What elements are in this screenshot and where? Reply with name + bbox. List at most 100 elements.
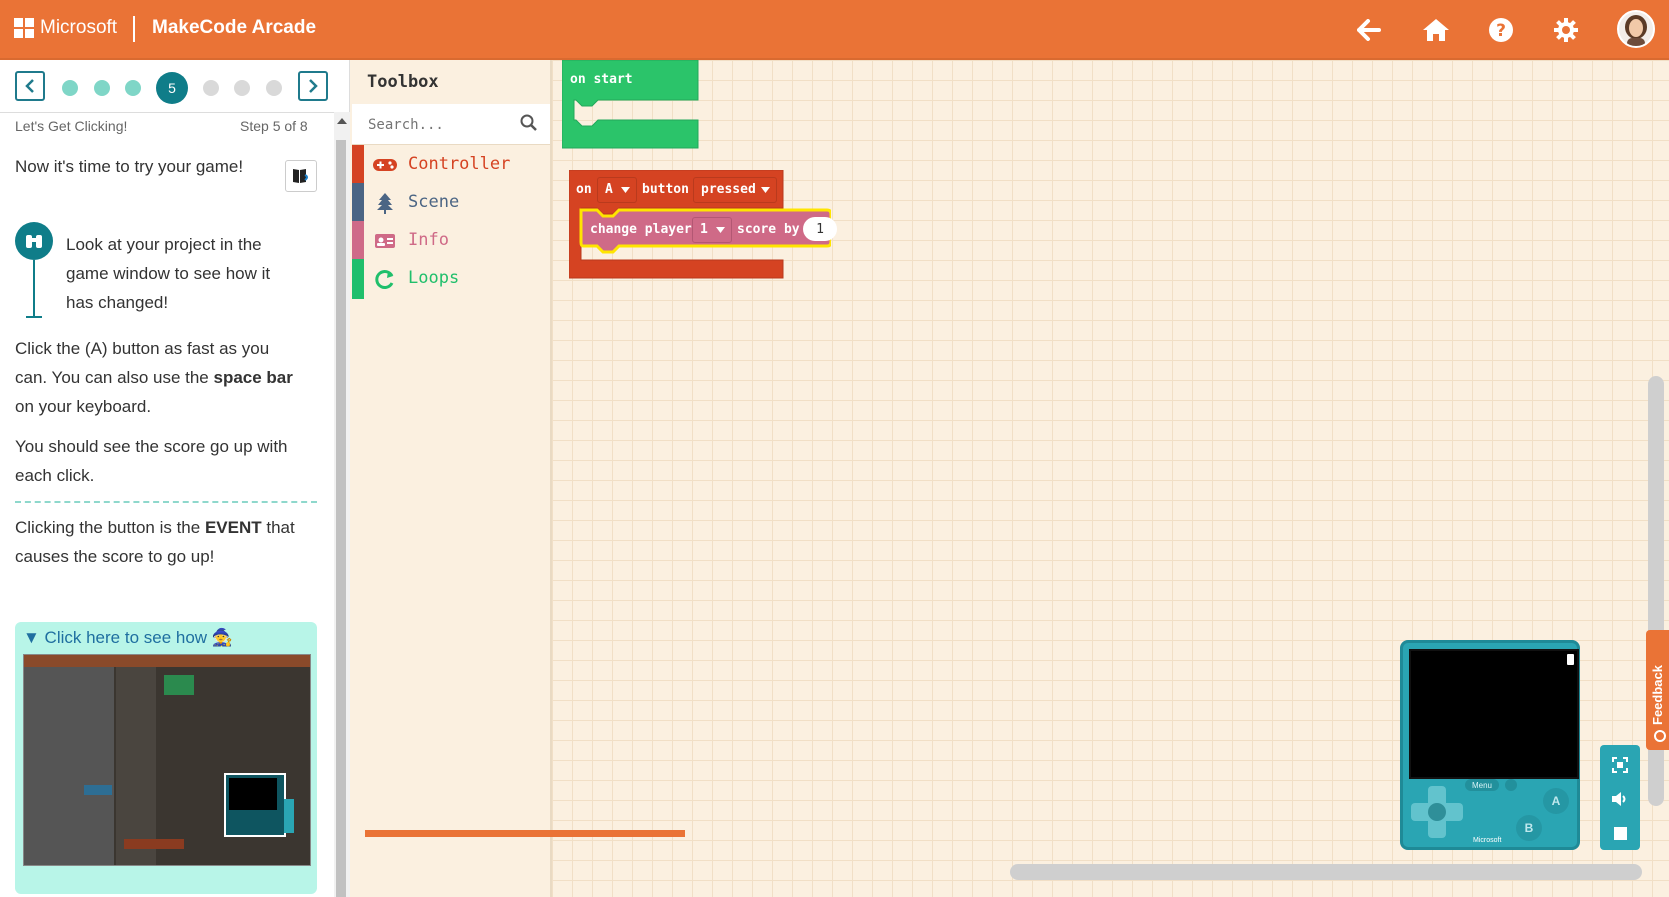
tip-line-end	[26, 316, 42, 318]
sound-icon[interactable]	[1608, 787, 1632, 811]
change-player-label: change player	[590, 222, 692, 237]
tutorial-pane: 5 Let's Get Clicking! Step 5 of 8 Now it…	[0, 60, 350, 897]
tip-text: Look at your project in the game window …	[66, 235, 271, 312]
category-label: Loops	[408, 268, 460, 288]
loop-arrow-icon	[372, 267, 398, 291]
feedback-icon	[1654, 730, 1666, 742]
toolbox-search-input[interactable]	[366, 112, 520, 138]
feedback-tab[interactable]: Feedback	[1646, 630, 1669, 750]
tutorial-title: Let's Get Clicking!	[15, 118, 128, 134]
chevron-down-icon	[761, 187, 770, 193]
step-dot-1[interactable]	[62, 80, 78, 96]
brand-divider	[133, 16, 135, 42]
hint-box[interactable]: ▼ Click here to see how 🧙	[15, 622, 317, 894]
category-color-bar	[352, 221, 364, 261]
bottom-toolbar-edge	[365, 830, 685, 837]
app-title[interactable]: MakeCode Arcade	[152, 17, 316, 39]
chevron-down-icon	[621, 187, 630, 193]
button-dropdown[interactable]: A	[597, 177, 637, 203]
binoculars-icon	[15, 222, 53, 260]
score-by-label: score by	[737, 222, 800, 237]
help-icon[interactable]: ?	[1485, 14, 1517, 46]
microsoft-logo-icon	[14, 18, 34, 38]
svg-text:?: ?	[1496, 21, 1506, 41]
top-bar: Microsoft MakeCode Arcade ?	[0, 0, 1669, 60]
step-dot-2[interactable]	[94, 80, 110, 96]
score-amount-input[interactable]: 1	[803, 217, 837, 241]
toolbox-title: Toolbox	[367, 72, 439, 92]
para3-text: Clicking the button is the	[15, 518, 205, 537]
simulator-controls	[1600, 745, 1640, 850]
para1-bold: space bar	[213, 368, 293, 387]
paragraph-event: Clicking the button is the EVENT that ca…	[15, 513, 315, 571]
step-dot-3[interactable]	[125, 80, 141, 96]
intro-text: Now it's time to try your game!	[15, 157, 244, 176]
step-navigation: 5	[0, 60, 350, 113]
step-label: Step 5 of 8	[240, 118, 308, 134]
search-icon[interactable]	[520, 114, 538, 132]
settings-icon[interactable]	[1550, 14, 1582, 46]
microsoft-label: Microsoft	[40, 17, 118, 38]
category-scene[interactable]: Scene	[352, 183, 550, 223]
divider	[15, 501, 317, 503]
event-on-label: on	[576, 182, 592, 197]
button-dropdown-value: A	[605, 182, 613, 197]
paragraph-score: You should see the score go up with each…	[15, 437, 288, 485]
hint-video-thumbnail[interactable]	[23, 654, 311, 866]
step-dot-8[interactable]	[266, 80, 282, 96]
category-info[interactable]: Info	[352, 221, 550, 261]
blocks-workspace[interactable]: on start on A button pressed change play…	[552, 60, 1669, 897]
on-start-label: on start	[570, 72, 633, 87]
category-label: Controller	[408, 154, 511, 174]
para3-bold: EVENT	[204, 518, 262, 537]
category-label: Info	[408, 230, 449, 250]
toolbox: Toolbox Controller Scene Info Loops	[352, 60, 552, 897]
step-dot-6[interactable]	[203, 80, 219, 96]
action-dropdown[interactable]: pressed	[693, 177, 777, 203]
category-label: Scene	[408, 192, 460, 212]
category-controller[interactable]: Controller	[352, 145, 550, 185]
a-button[interactable]: A	[1543, 788, 1569, 814]
avatar[interactable]	[1617, 10, 1655, 48]
tutorial-scrollbar-thumb[interactable]	[336, 140, 346, 897]
player-dropdown[interactable]: 1	[692, 217, 732, 243]
back-arrow-icon[interactable]	[1353, 14, 1385, 46]
feedback-label: Feedback	[1650, 665, 1665, 725]
screen-indicator	[1567, 654, 1574, 665]
on-start-block[interactable]: on start	[562, 60, 699, 149]
home-icon[interactable]	[1420, 14, 1452, 46]
category-color-bar	[352, 145, 364, 185]
category-color-bar	[352, 259, 364, 299]
b-button[interactable]: B	[1516, 815, 1542, 841]
hint-toggle[interactable]: ▼ Click here to see how 🧙	[23, 628, 233, 648]
menu-button[interactable]: Menu	[1465, 779, 1499, 791]
paragraph-click: Click the (A) button as fast as you can.…	[15, 334, 305, 421]
scroll-up-arrow-icon[interactable]	[337, 118, 347, 124]
game-simulator[interactable]: Menu A B Microsoft	[1400, 640, 1580, 850]
id-card-icon	[372, 229, 398, 253]
event-button-label: button	[642, 182, 689, 197]
step-dot-current[interactable]: 5	[156, 72, 188, 104]
tip-line	[33, 260, 35, 318]
dpad[interactable]	[1411, 786, 1463, 838]
game-screen[interactable]	[1409, 649, 1579, 779]
step-dot-7[interactable]	[234, 80, 250, 96]
read-aloud-icon[interactable]	[285, 160, 317, 192]
horizontal-scrollbar[interactable]	[1010, 864, 1642, 880]
gamepad-icon	[372, 153, 398, 177]
category-color-bar	[352, 183, 364, 223]
reset-icon[interactable]	[1505, 779, 1517, 791]
fullscreen-icon[interactable]	[1608, 753, 1632, 777]
button-event-block[interactable]: on A button pressed change player 1 scor…	[569, 170, 837, 280]
para1-text-end: on your keyboard.	[15, 397, 152, 416]
tree-icon	[372, 191, 398, 215]
stop-icon[interactable]	[1608, 821, 1632, 845]
player-dropdown-value: 1	[700, 222, 708, 237]
chevron-down-icon	[716, 227, 725, 233]
toolbox-search	[352, 104, 550, 145]
action-dropdown-value: pressed	[701, 182, 756, 197]
previous-step-button[interactable]	[15, 71, 45, 101]
category-loops[interactable]: Loops	[352, 259, 550, 299]
simulator-brand: Microsoft	[1473, 837, 1502, 844]
next-step-button[interactable]	[298, 71, 328, 101]
